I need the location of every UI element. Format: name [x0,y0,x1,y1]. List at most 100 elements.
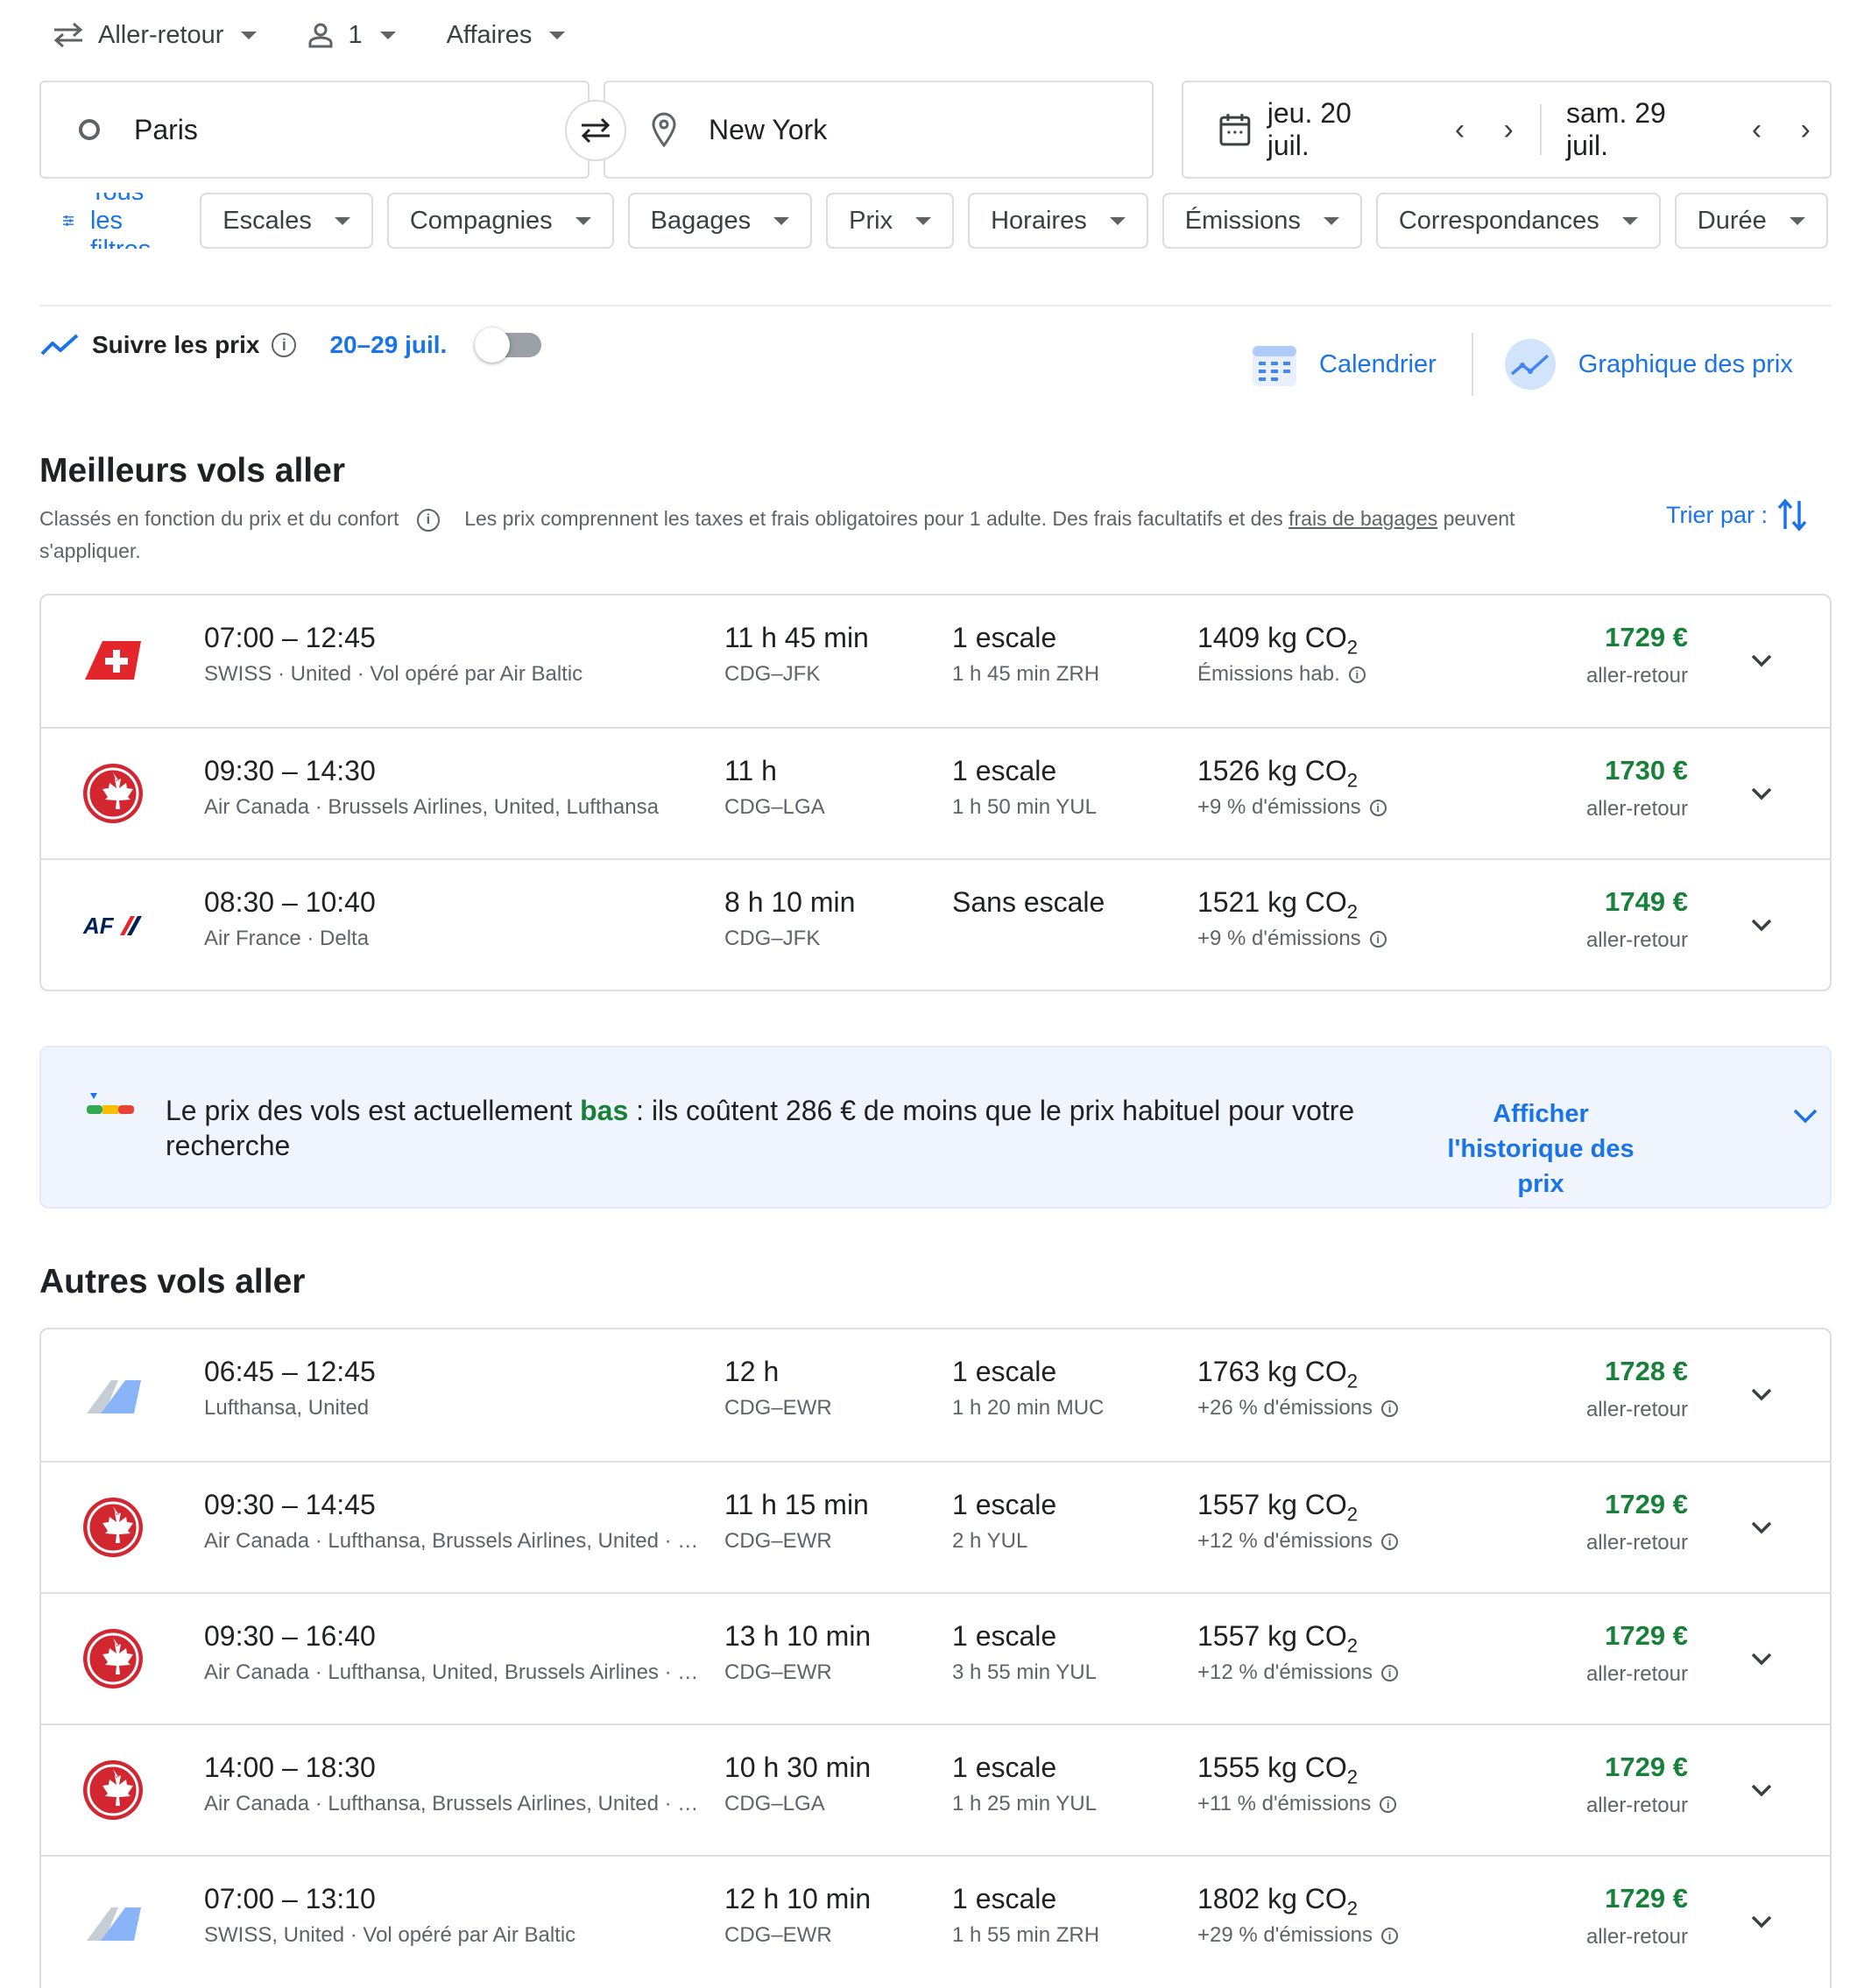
filter-chip-bags[interactable]: Bagages [627,193,813,249]
price-type: aller-retour [1585,1794,1688,1817]
co2-subscript: 2 [1346,1634,1359,1657]
chevron-down-icon[interactable] [1742,1771,1781,1809]
prev-return-date-button[interactable]: ‹ [1733,113,1782,147]
track-date-range: 20–29 juil. [329,331,448,358]
origin-field[interactable]: Paris [39,81,590,179]
bag-fees-link[interactable]: frais de bagages [1289,507,1437,530]
flight-row[interactable]: AF 08:30 – 10:40 Air France · Delta 8 h 10 … [41,858,1830,990]
flight-airlines: Air France · Delta [204,927,370,950]
flight-row[interactable]: 07:00 – 12:45 SWISS · United · Vol opéré … [41,596,1830,727]
return-date[interactable]: sam. 29 juil. [1566,97,1715,162]
sort-button[interactable]: Trier par : [1666,497,1808,532]
info-icon[interactable]: i [272,333,297,357]
chevron-down-icon[interactable] [1742,906,1781,944]
chevron-down-icon[interactable] [1742,641,1781,680]
flight-price: 1728 € [1605,1356,1688,1386]
layover-detail: 2 h YUL [952,1529,1028,1553]
all-filters-button[interactable]: Tous les filtres [39,193,200,249]
caret-down-icon [1621,216,1638,225]
flight-price: 1729 € [1605,1883,1688,1914]
chevron-down-icon[interactable] [1742,1375,1781,1413]
flight-times: 09:30 – 14:30 [204,755,376,786]
price-type: aller-retour [1585,928,1688,952]
passengers-select[interactable]: 1 [307,21,396,50]
swap-locations-button[interactable] [565,100,626,161]
filter-chip-price[interactable]: Prix [826,193,955,249]
info-icon[interactable]: i [1381,1399,1399,1417]
info-icon[interactable]: i [1348,666,1366,683]
filter-chip-stops[interactable]: Escales [200,193,373,249]
co2-emissions: 1521 kg CO2 [1197,886,1358,923]
flight-route: CDG–EWR [724,1660,832,1684]
flight-duration: 11 h 15 min [724,1489,869,1520]
co2-emissions: 1526 kg CO2 [1197,755,1358,792]
filter-chip-airlines[interactable]: Compagnies [386,193,614,249]
price-history-link[interactable]: Afficher l'historique des prix [1427,1096,1655,1202]
prev-depart-date-button[interactable]: ‹ [1436,113,1485,147]
chevron-down-icon[interactable] [1742,1508,1781,1547]
flight-row[interactable]: 09:30 – 14:30 Air Canada · Brussels Airli… [41,727,1830,858]
chevron-down-icon[interactable] [1786,1096,1825,1135]
filter-chip-times[interactable]: Horaires [968,193,1148,249]
chip-label: Horaires [991,206,1087,235]
views-divider [1471,333,1473,396]
cabin-select[interactable]: Affaires [447,21,566,50]
best-flights-list: 07:00 – 12:45 SWISS · United · Vol opéré … [39,594,1832,991]
chevron-down-icon[interactable] [1742,1639,1781,1678]
price-graph-label: Graphique des prix [1578,349,1793,378]
flight-price: 1729 € [1605,622,1688,652]
best-flights-subtitle: Classés en fonction du prix et du confor… [39,503,1616,567]
cabin-label: Affaires [446,20,533,49]
chevron-down-icon[interactable] [1742,774,1781,813]
co2-subscript: 2 [1346,1897,1359,1920]
emissions-text: Émissions hab. [1197,662,1340,686]
info-icon[interactable]: i [1381,1927,1399,1944]
flight-row[interactable]: 14:00 – 18:30 Air Canada · Lufthansa, Bru… [41,1724,1830,1855]
destination-field[interactable]: New York [604,81,1154,179]
flight-stops: Sans escale [952,886,1105,918]
filter-chip-emissions[interactable]: Émissions [1161,193,1362,249]
next-depart-date-button[interactable]: › [1484,113,1533,147]
track-prices-toggle[interactable] [475,328,542,363]
calendar-view-button[interactable]: Calendrier [1251,341,1437,388]
flight-price: 1729 € [1605,1489,1688,1519]
co2-value: 1555 kg CO [1197,1752,1347,1783]
emissions-text: +9 % d'émissions [1197,927,1361,950]
depart-date[interactable]: jeu. 20 juil. [1218,97,1401,162]
info-icon[interactable]: i [1380,1795,1397,1813]
info-icon[interactable]: i [1381,1664,1399,1681]
price-graph-icon [1504,339,1556,390]
multiple-airlines-logo-icon [87,1380,141,1413]
chip-label: Correspondances [1398,206,1599,235]
price-graph-button[interactable]: Graphique des prix [1503,337,1793,391]
filter-chip-connections[interactable]: Correspondances [1375,193,1661,249]
flight-route: CDG–JFK [724,662,821,686]
info-icon[interactable]: i [416,508,440,532]
filter-chip-duration[interactable]: Durée [1674,193,1828,249]
airfrance-logo-icon: AF [82,913,142,939]
flight-airlines: Air Canada · Lufthansa, Brussels Airline… [204,1529,699,1553]
flight-stops: 1 escale [952,1752,1057,1783]
flight-stops: 1 escale [952,1883,1057,1914]
co2-value: 1409 kg CO [1197,622,1347,653]
chevron-down-icon[interactable] [1742,1902,1781,1941]
flight-row[interactable]: 09:30 – 14:45 Air Canada · Lufthansa, Bru… [41,1461,1830,1592]
info-icon[interactable]: i [1369,799,1387,816]
flight-row[interactable]: 06:45 – 12:45 Lufthansa, United 12 h CDG–EW… [41,1329,1830,1461]
layover-detail: 1 h 45 min ZRH [952,662,1100,686]
origin-value: Paris [134,113,198,145]
trip-options-bar: Aller-retour 1 Affaires [53,11,616,60]
info-icon[interactable]: i [1381,1533,1399,1550]
info-icon[interactable]: i [1369,930,1387,948]
trip-type-select[interactable]: Aller-retour [53,21,258,50]
sort-label: Trier par : [1666,501,1769,528]
flight-row[interactable]: 07:00 – 13:10 SWISS, United · Vol opéré p… [41,1855,1830,1986]
chip-label: Durée [1697,206,1767,235]
flight-route: CDG–JFK [724,927,821,950]
co2-subscript: 2 [1346,1503,1359,1526]
emissions-text: +12 % d'émissions [1197,1660,1373,1684]
next-return-date-button[interactable]: › [1781,113,1830,147]
flight-row[interactable]: 09:30 – 16:40 Air Canada · Lufthansa, Uni… [41,1592,1830,1724]
caret-down-icon [1789,216,1805,225]
price-level-icon [87,1093,134,1114]
